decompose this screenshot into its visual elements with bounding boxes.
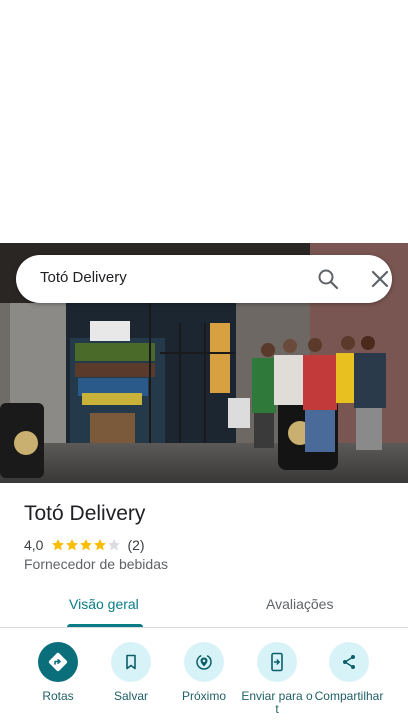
send-to-phone-button[interactable]: Enviar para o t [241,642,313,716]
send-to-phone-icon [257,642,297,682]
active-tab-indicator [67,624,143,627]
share-label: Compartilhar [314,689,384,703]
map-area-blank [0,0,408,243]
star-filled-icon [66,539,79,551]
nearby-icon [184,642,224,682]
star-empty-icon [108,539,121,551]
rating-value: 4,0 [24,537,44,553]
save-label: Salvar [113,689,148,703]
review-count[interactable]: (2) [127,537,144,553]
search-icon[interactable] [316,267,340,291]
nearby-label: Próximo [181,689,226,703]
bookmark-icon [111,642,151,682]
star-rating [51,538,121,552]
tab-reviews[interactable]: Avaliações [266,596,333,612]
share-button[interactable]: Compartilhar [315,642,383,703]
place-category[interactable]: Fornecedor de bebidas [24,556,168,572]
search-input[interactable]: Totó Delivery [40,269,127,286]
star-filled-icon [80,539,93,551]
save-button[interactable]: Salvar [101,642,161,703]
search-bar[interactable]: Totó Delivery [16,255,392,303]
star-filled-icon [52,539,65,551]
tab-overview[interactable]: Visão geral [69,596,139,612]
directions-icon [38,642,78,682]
nearby-button[interactable]: Próximo [174,642,234,703]
place-title: Totó Delivery [24,502,146,525]
share-icon [329,642,369,682]
star-filled-icon [94,539,107,551]
directions-button[interactable]: Rotas [28,642,88,703]
directions-label: Rotas [42,689,74,703]
tab-bar: Visão geral Avaliações [0,584,408,628]
rating-row[interactable]: 4,0 (2) [24,536,145,554]
send-to-phone-label: Enviar para o t [241,689,313,716]
close-icon[interactable] [368,267,392,291]
